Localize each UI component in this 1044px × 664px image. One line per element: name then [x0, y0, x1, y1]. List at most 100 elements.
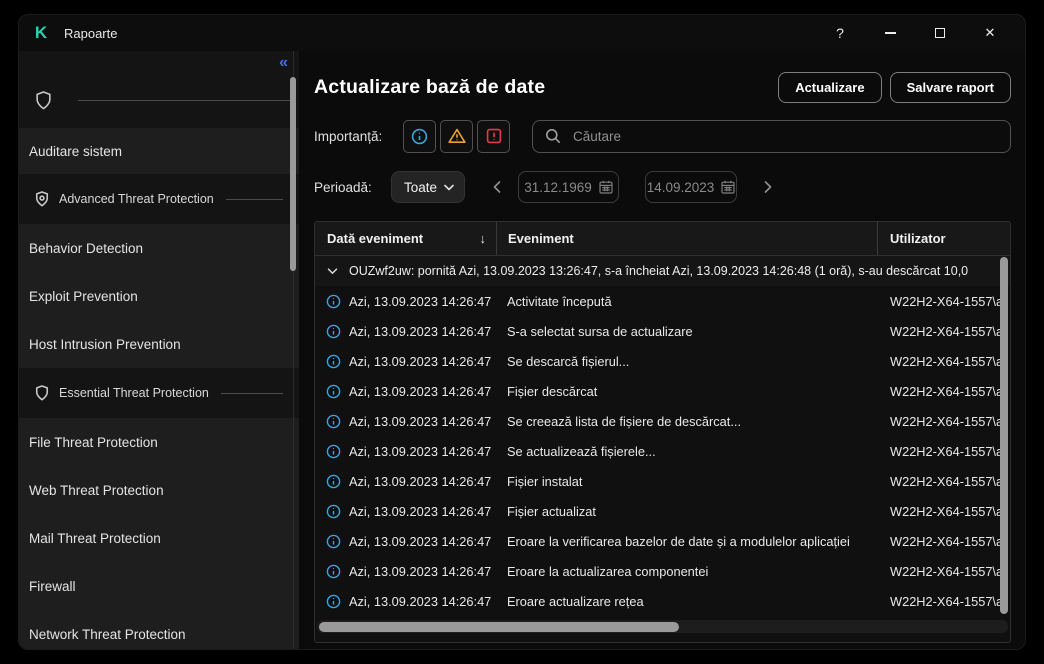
table-row[interactable]: Azi, 13.09.2023 14:26:47 Se descarcă fiș…: [315, 346, 1010, 376]
sidebar-item-firewall[interactable]: Firewall: [19, 562, 299, 610]
critical-icon: [486, 128, 502, 144]
table-row[interactable]: Azi, 13.09.2023 14:26:47 Fișier instalat…: [315, 466, 1010, 496]
sidebar-item-auditare-sistem[interactable]: Auditare sistem: [19, 128, 299, 174]
sidebar-item-network-threat-protection[interactable]: Network Threat Protection: [19, 610, 299, 650]
previous-period-button[interactable]: [493, 181, 501, 193]
collapse-sidebar-button[interactable]: «: [279, 54, 287, 72]
sidebar-item-label: Web Threat Protection: [29, 483, 164, 498]
event-user: W22H2-X64-1557\a: [877, 354, 1010, 369]
calendar-icon: [721, 180, 735, 194]
info-icon: [326, 384, 341, 399]
severity-info-button[interactable]: [403, 120, 436, 153]
column-header-event[interactable]: Eveniment: [496, 222, 877, 255]
table-row[interactable]: Azi, 13.09.2023 14:26:47 Fișier descărca…: [315, 376, 1010, 406]
event-text: Activitate începută: [496, 294, 877, 309]
search-input[interactable]: [571, 128, 998, 145]
table-row[interactable]: Azi, 13.09.2023 14:26:47 Eroare la verif…: [315, 526, 1010, 556]
save-report-button[interactable]: Salvare raport: [890, 72, 1011, 103]
event-text: Se creează lista de fișiere de descărcat…: [496, 414, 877, 429]
event-text: Se descarcă fișierul...: [496, 354, 877, 369]
info-icon: [326, 504, 341, 519]
sidebar-section-advanced-threat-protection: Advanced Threat Protection: [19, 174, 299, 224]
severity-warning-button[interactable]: [440, 120, 473, 153]
event-text: Fișier instalat: [496, 474, 877, 489]
task-group-row[interactable]: OUZwf2uw: pornită Azi, 13.09.2023 13:26:…: [315, 256, 1010, 286]
sidebar-item-label: Auditare sistem: [29, 144, 122, 159]
period-filter-row: Perioadă: Toate 31.12.1969: [314, 171, 1011, 203]
horizontal-scrollbar-track[interactable]: [317, 620, 1008, 633]
period-select[interactable]: Toate: [391, 171, 465, 203]
shield-icon: [35, 191, 49, 207]
help-button[interactable]: ?: [815, 18, 865, 48]
severity-critical-button[interactable]: [477, 120, 510, 153]
info-icon: [326, 324, 341, 339]
info-icon: [326, 414, 341, 429]
event-user: W22H2-X64-1557\a: [877, 534, 1010, 549]
event-text: S-a selectat sursa de actualizare: [496, 324, 877, 339]
event-date: Azi, 13.09.2023 14:26:47: [349, 534, 491, 549]
column-header-date[interactable]: Dată eveniment ↓: [315, 222, 496, 255]
sidebar-section-label: Essential Threat Protection: [59, 386, 209, 400]
sidebar-item-exploit-prevention[interactable]: Exploit Prevention: [19, 272, 299, 320]
minimize-button[interactable]: [865, 18, 915, 48]
sidebar-item-label: Behavior Detection: [29, 241, 143, 256]
table-row[interactable]: Azi, 13.09.2023 14:26:47 S-a selectat su…: [315, 316, 1010, 346]
sidebar-item-web-threat-protection[interactable]: Web Threat Protection: [19, 466, 299, 514]
event-text: Se actualizează fișierele...: [496, 444, 877, 459]
event-user: W22H2-X64-1557\a: [877, 564, 1010, 579]
sidebar-item-behavior-detection[interactable]: Behavior Detection: [19, 224, 299, 272]
event-date: Azi, 13.09.2023 14:26:47: [349, 564, 491, 579]
sidebar-item-host-intrusion-prevention[interactable]: Host Intrusion Prevention: [19, 320, 299, 368]
event-date: Azi, 13.09.2023 14:26:47: [349, 294, 491, 309]
event-user: W22H2-X64-1557\a: [877, 414, 1010, 429]
date-to-field[interactable]: 14.09.2023: [645, 171, 737, 203]
next-period-button[interactable]: [764, 181, 772, 193]
table-row[interactable]: Azi, 13.09.2023 14:26:47 Eroare la actua…: [315, 556, 1010, 586]
sidebar-top-divider: [35, 91, 295, 110]
close-button[interactable]: ✕: [965, 18, 1015, 48]
event-date: Azi, 13.09.2023 14:26:47: [349, 474, 491, 489]
vertical-scrollbar-thumb[interactable]: [1000, 257, 1008, 614]
chevron-down-icon: [444, 184, 454, 191]
event-text: Fișier descărcat: [496, 384, 877, 399]
events-table: Dată eveniment ↓ Eveniment Utilizator: [314, 221, 1011, 643]
divider-line: [78, 100, 295, 101]
minimize-icon: [885, 32, 896, 34]
table-row[interactable]: Azi, 13.09.2023 14:26:47 Se actualizează…: [315, 436, 1010, 466]
sidebar-section-label: Advanced Threat Protection: [59, 192, 214, 206]
date-from-field[interactable]: 31.12.1969: [518, 171, 619, 203]
horizontal-scrollbar-thumb[interactable]: [319, 622, 679, 632]
event-text: Eroare actualizare rețea: [496, 594, 877, 609]
table-row[interactable]: Azi, 13.09.2023 14:26:47 Eroare actualiz…: [315, 586, 1010, 616]
event-date: Azi, 13.09.2023 14:26:47: [349, 354, 491, 369]
app-window: K Rapoarte ? ✕ « Auditare: [18, 14, 1026, 650]
event-user: W22H2-X64-1557\a: [877, 504, 1010, 519]
titlebar: K Rapoarte ? ✕: [19, 15, 1025, 51]
event-date: Azi, 13.09.2023 14:26:47: [349, 384, 491, 399]
info-icon: [326, 534, 341, 549]
table-row[interactable]: Azi, 13.09.2023 14:26:47 Se creează list…: [315, 406, 1010, 436]
update-button[interactable]: Actualizare: [778, 72, 881, 103]
shield-icon: [35, 91, 52, 110]
period-label: Perioadă:: [314, 180, 391, 195]
column-header-user[interactable]: Utilizator: [877, 222, 1010, 255]
sidebar-item-mail-threat-protection[interactable]: Mail Threat Protection: [19, 514, 299, 562]
sidebar-item-file-threat-protection[interactable]: File Threat Protection: [19, 418, 299, 466]
sidebar-item-label: Network Threat Protection: [29, 627, 186, 642]
main-content: Actualizare bază de date Actualizare Sal…: [299, 51, 1025, 650]
divider-line: [221, 393, 283, 394]
table-row[interactable]: Azi, 13.09.2023 14:26:47 Fișier actualiz…: [315, 496, 1010, 526]
info-icon: [326, 294, 341, 309]
chevron-right-icon: [764, 181, 772, 193]
sidebar-scrollbar-thumb[interactable]: [290, 77, 296, 271]
chevron-down-icon: [327, 268, 338, 275]
table-row[interactable]: Azi, 13.09.2023 14:26:47 Activitate înce…: [315, 286, 1010, 316]
info-icon: [326, 444, 341, 459]
sort-descending-icon[interactable]: ↓: [480, 231, 487, 246]
warning-icon: [448, 128, 466, 144]
importance-filter-row: Importanță:: [314, 119, 1011, 153]
event-date: Azi, 13.09.2023 14:26:47: [349, 444, 491, 459]
kaspersky-logo-icon: K: [31, 23, 51, 43]
screen: K Rapoarte ? ✕ « Auditare: [0, 0, 1044, 664]
maximize-button[interactable]: [915, 18, 965, 48]
